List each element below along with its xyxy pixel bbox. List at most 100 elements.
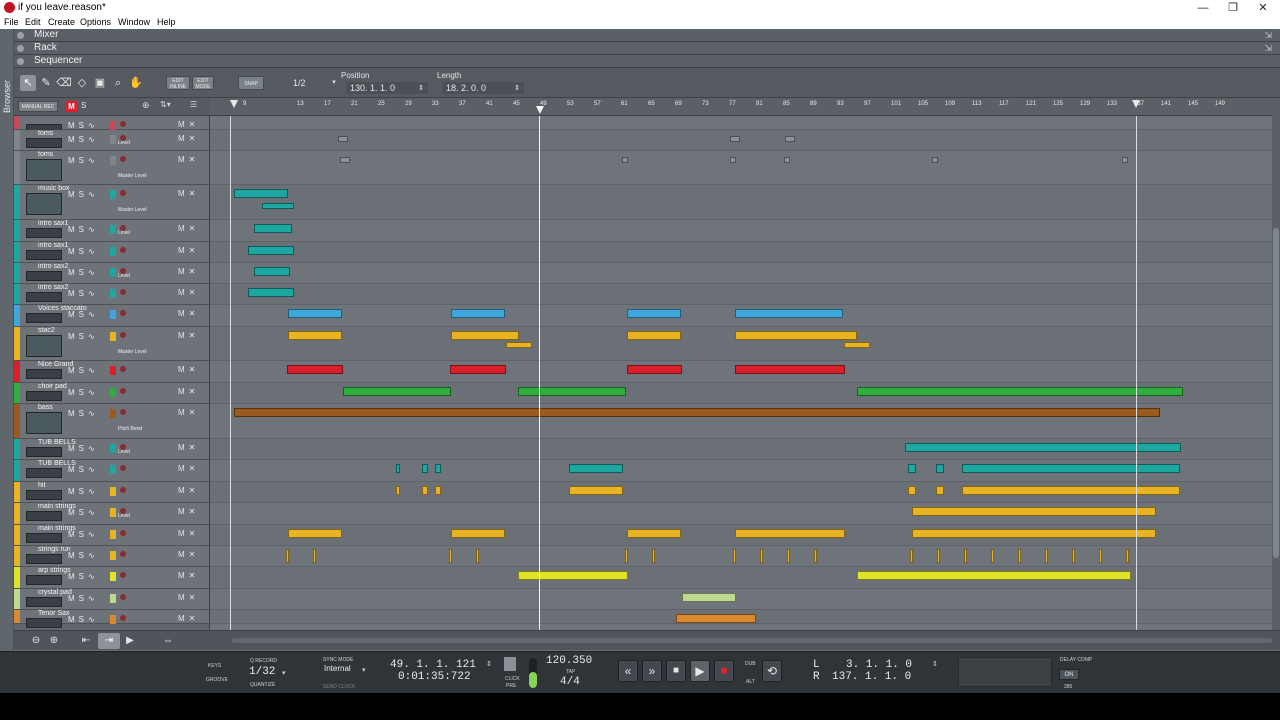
device-thumbnail[interactable] [26,193,62,215]
automation-lane-label[interactable]: Master Level [118,173,147,179]
mute-solo-buttons[interactable]: MS∿ [68,551,99,560]
select-tool-icon[interactable]: ↖ [20,75,36,91]
vertical-scroll-thumb[interactable] [1273,228,1279,558]
menu-file[interactable]: File [4,17,19,27]
clip[interactable] [1018,549,1021,563]
master-mute-button[interactable]: M [66,101,77,112]
clip[interactable] [518,387,626,396]
clip[interactable] [340,157,350,163]
restore-button[interactable]: ❐ [1218,0,1248,16]
mute-solo-buttons[interactable]: MS∿ [68,409,99,418]
track-header[interactable]: intro sax2 MS∿ M✕ [14,284,209,305]
loop-stepper-icon[interactable]: ⇕ [932,660,938,668]
track-header[interactable]: MS∿ M✕ [14,116,209,134]
track-name[interactable]: choir pad [38,383,67,390]
track-name[interactable]: strings run [38,546,71,553]
clip[interactable] [451,529,505,538]
clip[interactable] [962,486,1180,495]
clip[interactable] [787,549,790,563]
lane-mute-delete-buttons[interactable]: M✕ [178,120,199,129]
clip[interactable] [912,507,1156,516]
stop-button[interactable]: ■ [666,660,686,682]
clip[interactable] [343,387,451,396]
mute-solo-buttons[interactable]: MS∿ [68,530,99,539]
pin-icon[interactable]: ⇲ [1264,43,1272,54]
clip[interactable] [682,593,736,602]
track-lane[interactable] [210,116,1272,130]
clip[interactable] [435,486,441,495]
clip[interactable] [422,486,428,495]
clip[interactable] [735,529,845,538]
track-header[interactable]: toms MS∿ M✕ Master Level [14,151,209,185]
hand-tool-icon[interactable]: ✋ [128,75,144,91]
mute-solo-buttons[interactable]: MS∿ [68,366,99,375]
track-header[interactable]: Tenor Sax MS∿ M✕ [14,610,209,628]
lane-mute-delete-buttons[interactable]: M✕ [178,267,199,276]
fast-forward-button[interactable]: » [642,660,662,682]
track-header[interactable]: music box MS∿ M✕ Master Level [14,185,209,220]
delay-comp-on-button[interactable]: ON [1059,669,1079,680]
zoom-out-icon[interactable]: ⊖ [28,633,44,649]
track-name[interactable]: intro sax1 [38,220,68,227]
lane-mute-delete-buttons[interactable]: M✕ [178,550,199,559]
groove-label[interactable]: GROOVE [206,677,228,683]
menu-options[interactable]: Options [80,17,111,27]
lane-mute-delete-buttons[interactable]: M✕ [178,246,199,255]
lane-mute-delete-buttons[interactable]: M✕ [178,443,199,452]
clip[interactable] [627,309,681,318]
mixer-panel-header[interactable]: Mixer ⇲ [14,29,1280,42]
zoom-icon[interactable]: ⇔ [160,633,176,649]
record-enable-icon[interactable] [120,310,126,316]
snap-button[interactable]: SNAP [238,76,264,90]
track-header[interactable]: Voices staccato MS∿ M✕ [14,305,209,327]
clip[interactable] [730,136,740,142]
device-thumbnail[interactable] [26,313,62,323]
clip[interactable] [396,486,400,495]
keys-label[interactable]: KEYS [208,663,221,669]
clip[interactable] [338,136,348,142]
clip[interactable] [450,365,506,374]
clip[interactable] [313,549,316,563]
automation-lane-label[interactable]: Level [118,273,130,279]
clip[interactable] [451,309,505,318]
record-enable-icon[interactable] [120,121,126,127]
quantize-value[interactable]: 1/32 [249,666,275,678]
device-thumbnail[interactable] [26,533,62,543]
clip[interactable] [936,486,944,495]
snap-value[interactable]: 1/2 [293,78,306,88]
mute-solo-buttons[interactable]: MS∿ [68,225,99,234]
delay-comp-ms[interactable]: 385 [1064,684,1072,690]
magnify-tool-icon[interactable]: ⌕ [110,75,126,91]
clip[interactable] [254,267,290,276]
record-button[interactable]: ● [714,660,734,682]
position-stepper-icon[interactable]: ⇕ [486,660,492,668]
clip[interactable] [1045,549,1048,563]
mute-solo-buttons[interactable]: MS∿ [68,268,99,277]
automation-lane-label[interactable]: Master Level [118,349,147,355]
lane-mute-delete-buttons[interactable]: M✕ [178,155,199,164]
device-thumbnail[interactable] [26,138,62,148]
track-header[interactable]: bass MS∿ M✕ Pitch Bend [14,404,209,439]
lane-mute-delete-buttons[interactable]: M✕ [178,387,199,396]
device-thumbnail[interactable] [26,597,62,607]
track-lane[interactable] [210,242,1272,263]
clip[interactable] [735,365,845,374]
minimize-button[interactable]: — [1188,0,1218,16]
track-name[interactable]: bass [38,404,53,411]
lane-mute-delete-buttons[interactable]: M✕ [178,331,199,340]
song-position-bars[interactable]: 49. 1. 1. 121 [390,659,476,671]
clip[interactable] [730,157,736,163]
track-header[interactable]: intro sax1 MS∿ M✕ [14,242,209,263]
clip[interactable] [733,549,736,563]
length-stepper-icon[interactable]: ⇕ [512,81,522,97]
browser-toggle[interactable]: Browser [0,29,14,651]
razor-tool-icon[interactable]: ◇ [74,75,90,91]
record-enable-icon[interactable] [120,409,126,415]
clip[interactable] [912,529,1156,538]
track-name[interactable]: intro sax2 [38,263,68,270]
device-thumbnail[interactable] [26,412,62,434]
clip[interactable] [625,549,628,563]
device-thumbnail[interactable] [26,228,62,238]
automation-lane-label[interactable]: Level [118,230,130,236]
loop-button[interactable]: ⟲ [762,660,782,682]
